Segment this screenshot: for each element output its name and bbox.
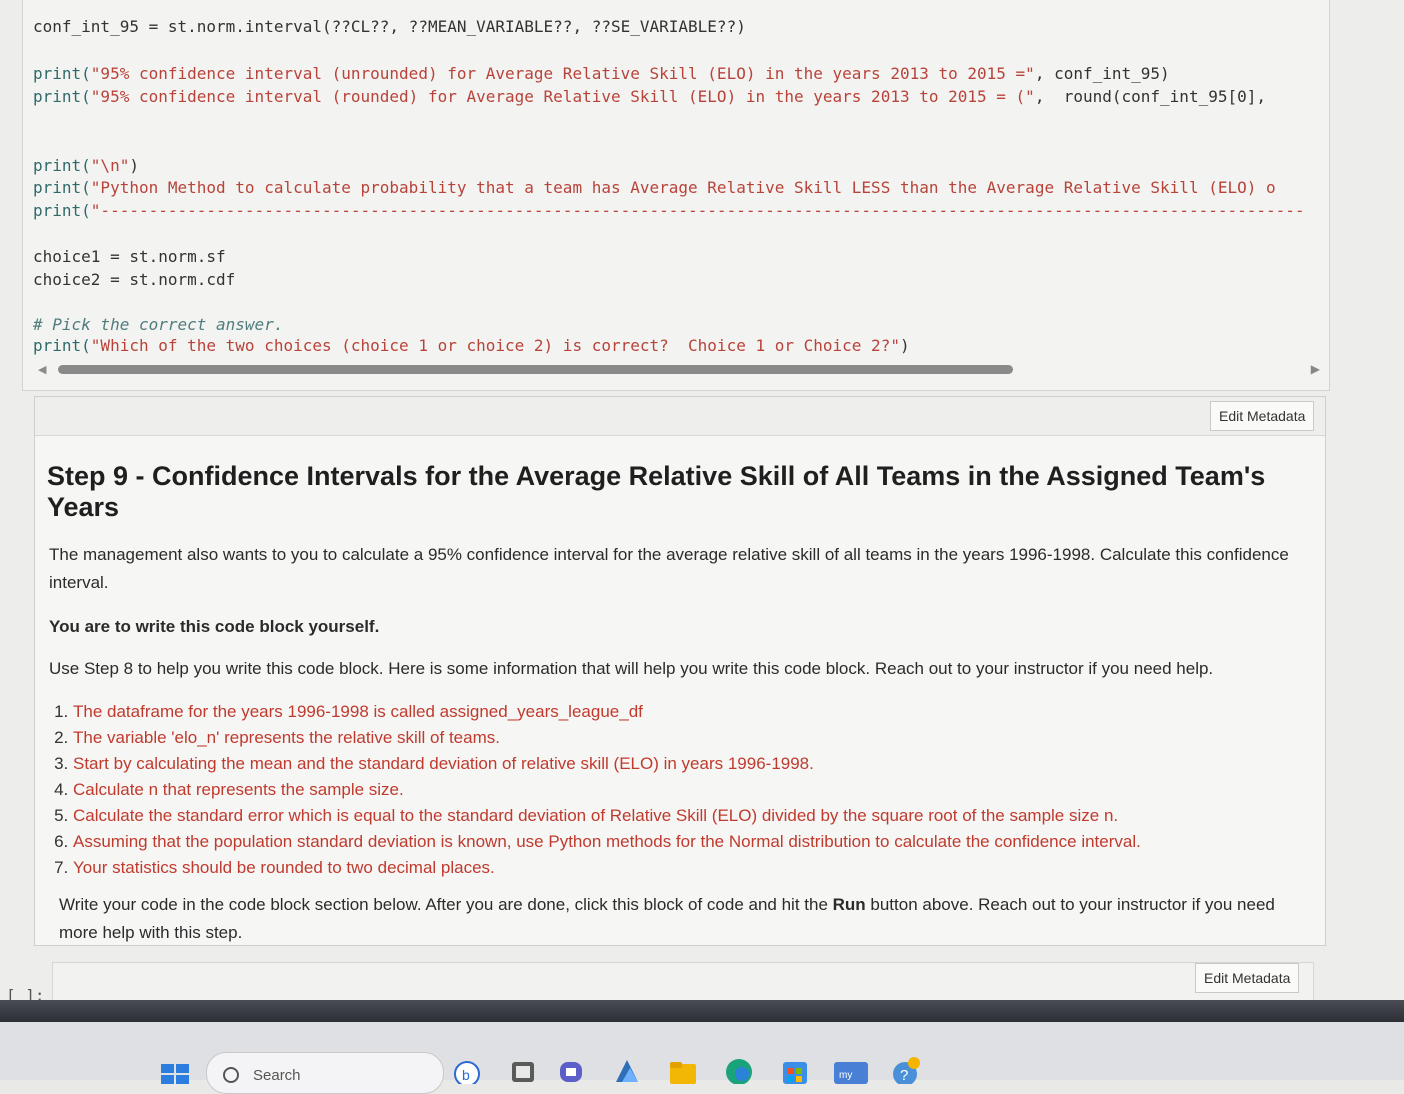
svg-text:b: b bbox=[462, 1067, 470, 1083]
markdown-cell[interactable]: Edit Metadata Step 9 - Confidence Interv… bbox=[34, 396, 1326, 946]
code-line: print("95% confidence interval (unrounde… bbox=[33, 64, 1170, 83]
code-comment: # Pick the correct answer. bbox=[33, 315, 284, 334]
code-line: choice1 = st.norm.sf bbox=[33, 247, 226, 266]
scrollbar-thumb[interactable] bbox=[58, 365, 1013, 374]
scroll-left-icon[interactable]: ◀ bbox=[38, 363, 46, 376]
code-line: conf_int_95 = st.norm.interval(??CL??, ?… bbox=[33, 17, 746, 36]
list-item: Calculate the standard error which is eq… bbox=[73, 803, 1273, 829]
list-item: Calculate n that represents the sample s… bbox=[73, 777, 1273, 803]
instructions-paragraph: Use Step 8 to help you write this code b… bbox=[49, 659, 1214, 678]
list-item: The variable 'elo_n' represents the rela… bbox=[73, 725, 1273, 751]
taskbar-search[interactable]: Search bbox=[206, 1052, 444, 1094]
cell-toolbar: Edit Metadata bbox=[35, 397, 1325, 436]
code-line: print("---------------------------------… bbox=[33, 201, 1305, 220]
search-icon bbox=[223, 1067, 239, 1083]
edit-metadata-button[interactable]: Edit Metadata bbox=[1195, 963, 1300, 993]
list-item: The dataframe for the years 1996-1998 is… bbox=[73, 699, 1273, 725]
code-cell[interactable]: conf_int_95 = st.norm.interval(??CL??, ?… bbox=[22, 0, 1330, 391]
code-line: print("Which of the two choices (choice … bbox=[33, 336, 910, 355]
svg-text:?: ? bbox=[900, 1067, 908, 1084]
instruction-list: The dataframe for the years 1996-1998 is… bbox=[49, 699, 1273, 881]
list-item: Start by calculating the mean and the st… bbox=[73, 751, 1273, 777]
final-paragraph: Write your code in the code block sectio… bbox=[59, 895, 1275, 942]
code-line: choice2 = st.norm.cdf bbox=[33, 270, 236, 289]
list-item: Assuming that the population standard de… bbox=[73, 829, 1273, 855]
step-heading: Step 9 - Confidence Intervals for the Av… bbox=[47, 461, 1266, 522]
intro-paragraph: The management also wants to you to calc… bbox=[49, 545, 1289, 592]
notebook-area: conf_int_95 = st.norm.interval(??CL??, ?… bbox=[0, 0, 1404, 1005]
edit-metadata-button[interactable]: Edit Metadata bbox=[1210, 401, 1315, 431]
horizontal-scrollbar[interactable]: ◀ ▶ bbox=[36, 362, 1326, 376]
code-line: print("Python Method to calculate probab… bbox=[33, 178, 1276, 197]
code-line: print("\n") bbox=[33, 156, 139, 175]
scroll-right-icon[interactable]: ▶ bbox=[1311, 362, 1320, 376]
search-placeholder: Search bbox=[253, 1067, 301, 1084]
list-item: Your statistics should be rounded to two… bbox=[73, 855, 1273, 881]
code-line: print("95% confidence interval (rounded)… bbox=[33, 87, 1266, 106]
empty-code-cell[interactable]: Edit Metadata bbox=[52, 962, 1314, 1002]
bold-note: You are to write this code block yoursel… bbox=[49, 617, 380, 636]
svg-text:my: my bbox=[839, 1070, 852, 1081]
